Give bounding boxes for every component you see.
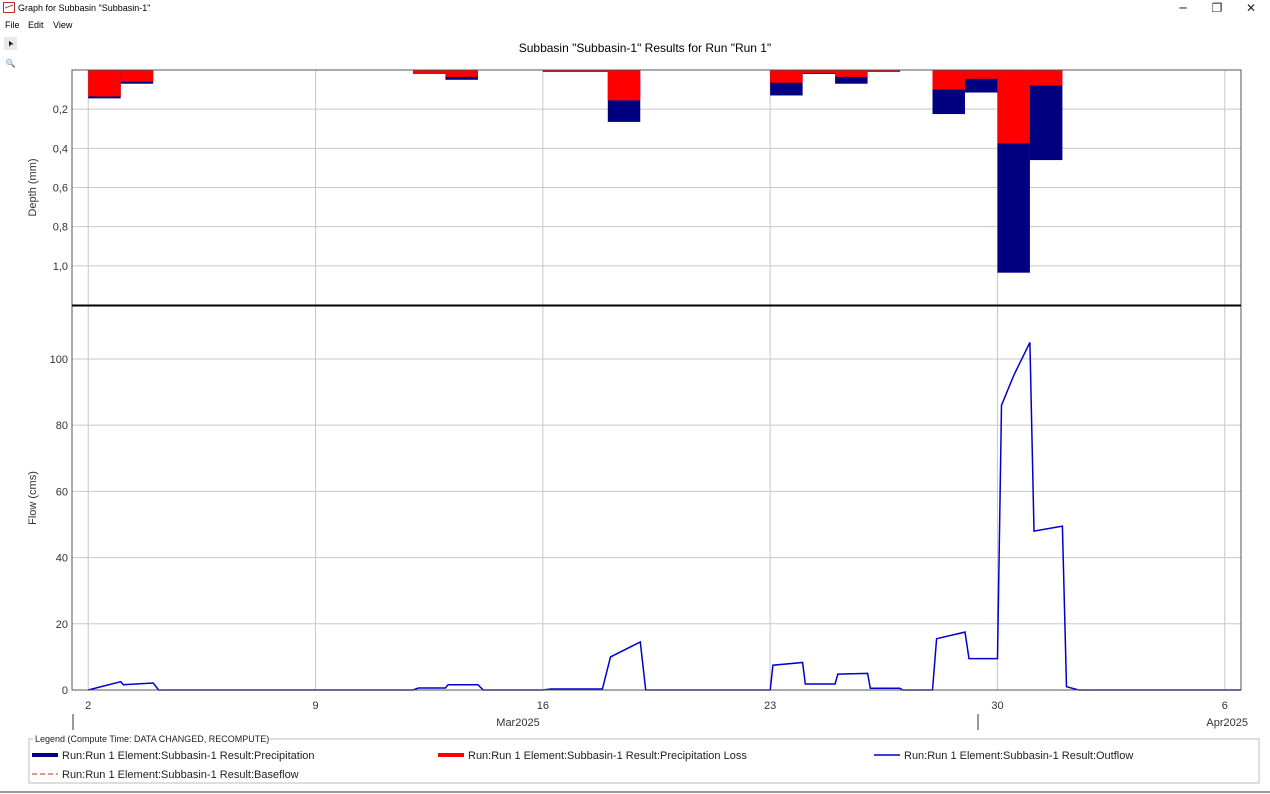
window-bottom-border xyxy=(0,791,1270,793)
time-axis: 2 9 16 23 30 6 Mar2025 Apr2025 xyxy=(72,700,1248,730)
legend-label: Run:Run 1 Element:Subbasin-1 Result:Prec… xyxy=(468,750,747,762)
flow-panel: 0 20 40 60 80 100 Flow (cms) xyxy=(27,304,1242,697)
flow-tick-label: 80 xyxy=(56,420,68,432)
depth-tick-label: 0,8 xyxy=(53,222,68,234)
precipitation-loss-bar xyxy=(445,70,478,77)
x-month-label: Mar2025 xyxy=(496,717,539,729)
chart-area: Subbasin "Subbasin-1" Results for Run "R… xyxy=(27,41,1260,784)
precipitation-loss-bar xyxy=(1029,70,1063,86)
depth-tick-label: 1,0 xyxy=(53,261,68,273)
precipitation-loss-bar xyxy=(770,70,803,83)
flow-tick-label: 60 xyxy=(56,486,68,498)
depth-tick-label: 0,4 xyxy=(53,143,68,155)
precipitation-loss-bar xyxy=(412,70,446,74)
flow-tick-label: 40 xyxy=(56,553,68,565)
x-tick-label: 23 xyxy=(764,700,776,712)
legend-label: Run:Run 1 Element:Subbasin-1 Result:Outf… xyxy=(904,750,1133,762)
x-tick-label: 2 xyxy=(85,700,91,712)
flow-tick-label: 20 xyxy=(56,619,68,631)
legend-label: Run:Run 1 Element:Subbasin-1 Result:Prec… xyxy=(62,750,315,762)
precipitation-loss-bar xyxy=(997,70,1030,144)
precipitation-loss-bar xyxy=(964,70,998,79)
x-month-label: Apr2025 xyxy=(1206,717,1248,729)
precipitation-loss-bar xyxy=(607,70,641,101)
x-tick-label: 9 xyxy=(312,700,318,712)
flow-axis-label: Flow (cms) xyxy=(27,471,39,525)
legend-label: Run:Run 1 Element:Subbasin-1 Result:Base… xyxy=(62,769,299,781)
flow-tick-label: 100 xyxy=(50,354,68,366)
depth-tick-label: 0,2 xyxy=(53,104,68,116)
depth-axis-label: Depth (mm) xyxy=(27,158,39,216)
outflow-line xyxy=(88,342,1241,691)
x-tick-label: 6 xyxy=(1222,700,1228,712)
legend: Legend (Compute Time: DATA CHANGED, RECO… xyxy=(28,734,1260,784)
depth-tick-label: 0,6 xyxy=(53,183,68,195)
precipitation-loss-bar xyxy=(932,70,965,90)
flow-tick-label: 0 xyxy=(62,685,68,697)
x-tick-label: 30 xyxy=(991,700,1003,712)
chart-title: Subbasin "Subbasin-1" Results for Run "R… xyxy=(519,41,772,55)
precipitation-loss-bar xyxy=(88,70,121,97)
precipitation-loss-bar xyxy=(835,70,868,77)
legend-title: Legend (Compute Time: DATA CHANGED, RECO… xyxy=(35,734,269,744)
precipitation-loss-bar xyxy=(120,70,154,82)
depth-panel: 0,2 0,4 0,6 0,8 1,0 Depth (mm) xyxy=(27,69,1242,306)
x-tick-label: 16 xyxy=(537,700,549,712)
